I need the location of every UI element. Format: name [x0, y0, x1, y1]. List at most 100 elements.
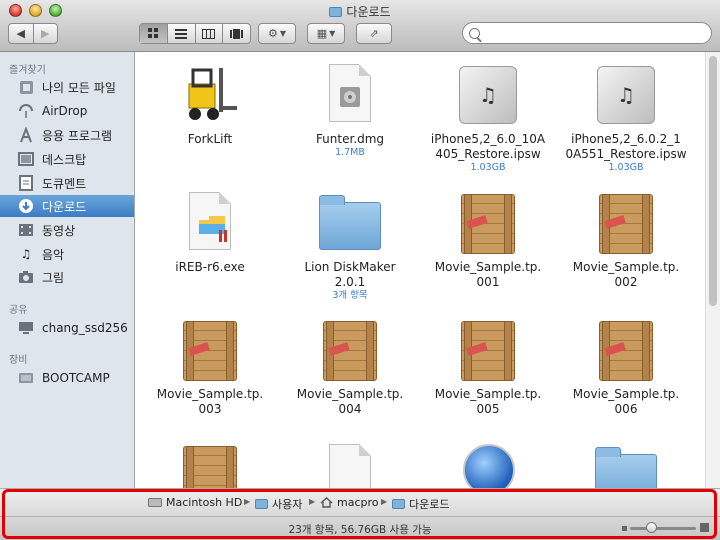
path-separator-icon: ▶	[309, 497, 316, 506]
crate-icon	[591, 315, 661, 385]
sidebar-item-applications[interactable]: 응용 프로그램	[0, 124, 134, 146]
path-item-downloads[interactable]: 다운로드	[392, 496, 449, 512]
computer-icon	[18, 320, 34, 336]
forward-button[interactable]: ▶	[34, 24, 58, 43]
path-bar: Macintosh HD ▶ 사용자 ▶ macpro ▶ 다운로드	[0, 488, 720, 516]
sidebar-item-pictures[interactable]: 그림	[0, 266, 134, 288]
sidebar-item-airdrop[interactable]: AirDrop	[0, 100, 134, 122]
file-item-crate-partial[interactable]	[140, 440, 280, 488]
file-item-ireb-exe[interactable]: iREB-r6.exe	[140, 188, 280, 275]
movies-icon	[18, 222, 34, 238]
path-item-users[interactable]: 사용자	[255, 496, 302, 512]
search-input[interactable]	[484, 25, 708, 41]
crate-icon	[453, 188, 523, 258]
crate-icon	[175, 440, 245, 488]
arrange-grid-icon: ▦	[316, 27, 328, 40]
sidebar-header-shared: 공유	[9, 305, 28, 316]
crate-icon	[591, 188, 661, 258]
file-item-forklift[interactable]: ForkLift	[140, 60, 280, 147]
dmg-icon	[315, 60, 385, 130]
window-toolbar: 다운로드 ◀ ▶ ⚙ ▼ ▦ ▼ ⇗	[0, 0, 720, 52]
chevron-down-icon: ▼	[279, 29, 287, 38]
file-item-lion-diskmaker[interactable]: Lion DiskMaker 2.0.1 3개 항목	[280, 188, 420, 302]
file-item-document-partial[interactable]	[280, 440, 420, 488]
music-icon: ♫	[20, 247, 32, 261]
file-item-quicktime-partial[interactable]	[418, 440, 558, 488]
file-item-funter-dmg[interactable]: Funter.dmg 1.7MB	[280, 60, 420, 159]
documents-icon	[18, 175, 34, 191]
file-item-movie-sample-002[interactable]: Movie_Sample.tp. 002	[556, 188, 696, 290]
gear-icon: ⚙	[267, 27, 278, 40]
desktop-icon	[18, 151, 34, 167]
status-text: 23개 항목, 56.76GB 사용 가능	[288, 524, 432, 536]
back-button[interactable]: ◀	[9, 24, 34, 43]
coverflow-icon	[230, 28, 244, 39]
folder-icon	[591, 440, 661, 488]
small-icon-size-icon	[622, 526, 627, 531]
file-icon-grid: ForkLift Funter.dmg 1.7MB ♫ iPhone5,2_6.…	[135, 52, 705, 488]
file-item-ipsw-10a405[interactable]: ♫ iPhone5,2_6.0_10A 405_Restore.ipsw 1.0…	[418, 60, 558, 174]
path-separator-icon: ▶	[244, 497, 251, 506]
hard-drive-icon	[148, 498, 162, 507]
path-item-macintosh-hd[interactable]: Macintosh HD	[148, 496, 242, 509]
status-bar: 23개 항목, 56.76GB 사용 가능	[0, 516, 720, 540]
pictures-icon	[18, 269, 34, 285]
sidebar-item-shared-computer[interactable]: chang_ssd256	[0, 317, 134, 339]
file-item-ipsw-10a551[interactable]: ♫ iPhone5,2_6.0.2_1 0A551_Restore.ipsw 1…	[556, 60, 696, 174]
path-separator-icon: ▶	[381, 497, 388, 506]
all-files-icon	[18, 79, 34, 95]
icon-view-button[interactable]	[140, 24, 168, 43]
coverflow-view-button[interactable]	[223, 24, 250, 43]
file-item-movie-sample-003[interactable]: Movie_Sample.tp. 003	[140, 315, 280, 417]
file-item-movie-sample-006[interactable]: Movie_Sample.tp. 006	[556, 315, 696, 417]
sidebar: 즐겨찾기 나의 모든 파일 AirDrop 응용 프로그램 데스크탑 도큐멘트 …	[0, 52, 135, 488]
exe-icon	[175, 188, 245, 258]
sidebar-item-music[interactable]: ♫ 음악	[0, 243, 134, 265]
drive-icon	[18, 370, 34, 386]
downloads-icon	[18, 198, 34, 214]
folder-icon	[255, 499, 268, 509]
sidebar-item-desktop[interactable]: 데스크탑	[0, 148, 134, 170]
ipsw-icon: ♫	[591, 60, 661, 130]
downloads-folder-icon	[392, 499, 405, 509]
sidebar-item-downloads[interactable]: 다운로드	[0, 195, 134, 217]
window-title: 다운로드	[0, 3, 720, 20]
forklift-app-icon	[175, 60, 245, 130]
sidebar-item-bootcamp[interactable]: BOOTCAMP	[0, 367, 134, 389]
sidebar-item-documents[interactable]: 도큐멘트	[0, 172, 134, 194]
vertical-scrollbar[interactable]	[705, 52, 720, 488]
share-icon: ⇗	[369, 27, 379, 40]
quicktime-icon	[453, 440, 523, 488]
sidebar-header-devices: 장비	[9, 355, 28, 366]
file-item-folder-partial[interactable]	[556, 440, 696, 488]
grid-icon	[147, 28, 158, 38]
crate-icon	[453, 315, 523, 385]
downloads-folder-icon	[329, 6, 343, 17]
sidebar-item-movies[interactable]: 동영상	[0, 219, 134, 241]
icon-size-slider-knob[interactable]	[646, 522, 657, 533]
arrange-menu-button[interactable]: ▦ ▼	[307, 23, 345, 44]
document-icon	[315, 440, 385, 488]
icon-size-slider[interactable]	[630, 527, 696, 530]
scrollbar-thumb[interactable]	[709, 56, 717, 306]
action-menu-button[interactable]: ⚙ ▼	[258, 23, 296, 44]
crate-icon	[175, 315, 245, 385]
file-item-movie-sample-004[interactable]: Movie_Sample.tp. 004	[280, 315, 420, 417]
back-forward-control: ◀ ▶	[8, 23, 58, 44]
search-field[interactable]	[462, 22, 712, 44]
ipsw-icon: ♫	[453, 60, 523, 130]
file-item-movie-sample-005[interactable]: Movie_Sample.tp. 005	[418, 315, 558, 417]
chevron-down-icon: ▼	[329, 29, 336, 38]
large-icon-size-icon	[700, 523, 709, 532]
list-view-button[interactable]	[168, 24, 196, 43]
crate-icon	[315, 315, 385, 385]
sidebar-item-all-my-files[interactable]: 나의 모든 파일	[0, 76, 134, 98]
path-item-macpro[interactable]: macpro	[320, 496, 379, 509]
share-button[interactable]: ⇗	[356, 23, 392, 44]
search-icon	[469, 27, 480, 39]
airdrop-icon	[18, 103, 34, 119]
view-mode-control	[139, 23, 251, 44]
applications-icon	[18, 127, 34, 143]
file-item-movie-sample-001[interactable]: Movie_Sample.tp. 001	[418, 188, 558, 290]
column-view-button[interactable]	[196, 24, 224, 43]
